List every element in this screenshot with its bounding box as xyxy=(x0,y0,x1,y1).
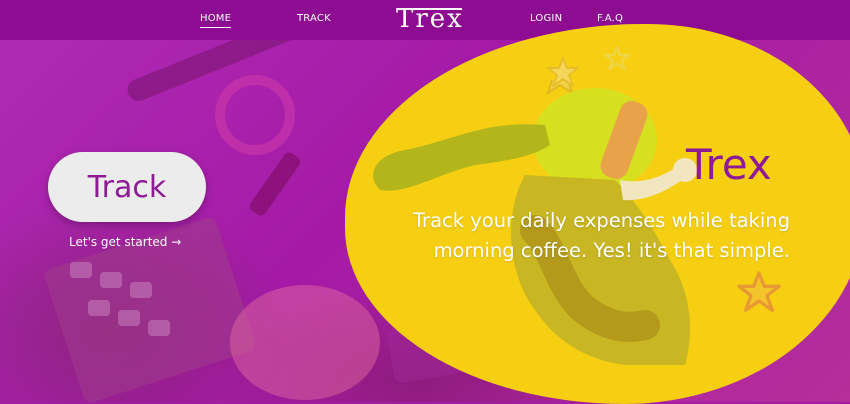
figure-body xyxy=(511,175,690,365)
paint-cell xyxy=(148,320,170,336)
nav-login-link[interactable]: LOGIN xyxy=(530,13,562,24)
nav-home-link[interactable]: HOME xyxy=(200,13,232,28)
hero-description: Track your daily expenses while taking m… xyxy=(413,209,790,262)
paint-cell xyxy=(88,300,110,316)
paint-cell xyxy=(118,310,140,326)
nav-faq-link[interactable]: F.A.Q xyxy=(597,13,623,24)
star-icon xyxy=(604,46,630,71)
paint-cell xyxy=(100,272,122,288)
scissors-ring-shape xyxy=(215,75,295,155)
track-button[interactable]: Track xyxy=(48,152,206,222)
hero-title: Trex xyxy=(686,140,772,189)
star-icon xyxy=(737,271,781,312)
nav-track-link[interactable]: TRACK xyxy=(297,13,331,24)
star-icon xyxy=(547,57,579,87)
logo[interactable]: Trex xyxy=(396,4,462,34)
plate-shape xyxy=(230,285,380,400)
paint-cell xyxy=(70,262,92,278)
get-started-link[interactable]: Let's get started → xyxy=(69,235,181,249)
paint-cell xyxy=(130,282,152,298)
pen-shape xyxy=(247,150,303,218)
